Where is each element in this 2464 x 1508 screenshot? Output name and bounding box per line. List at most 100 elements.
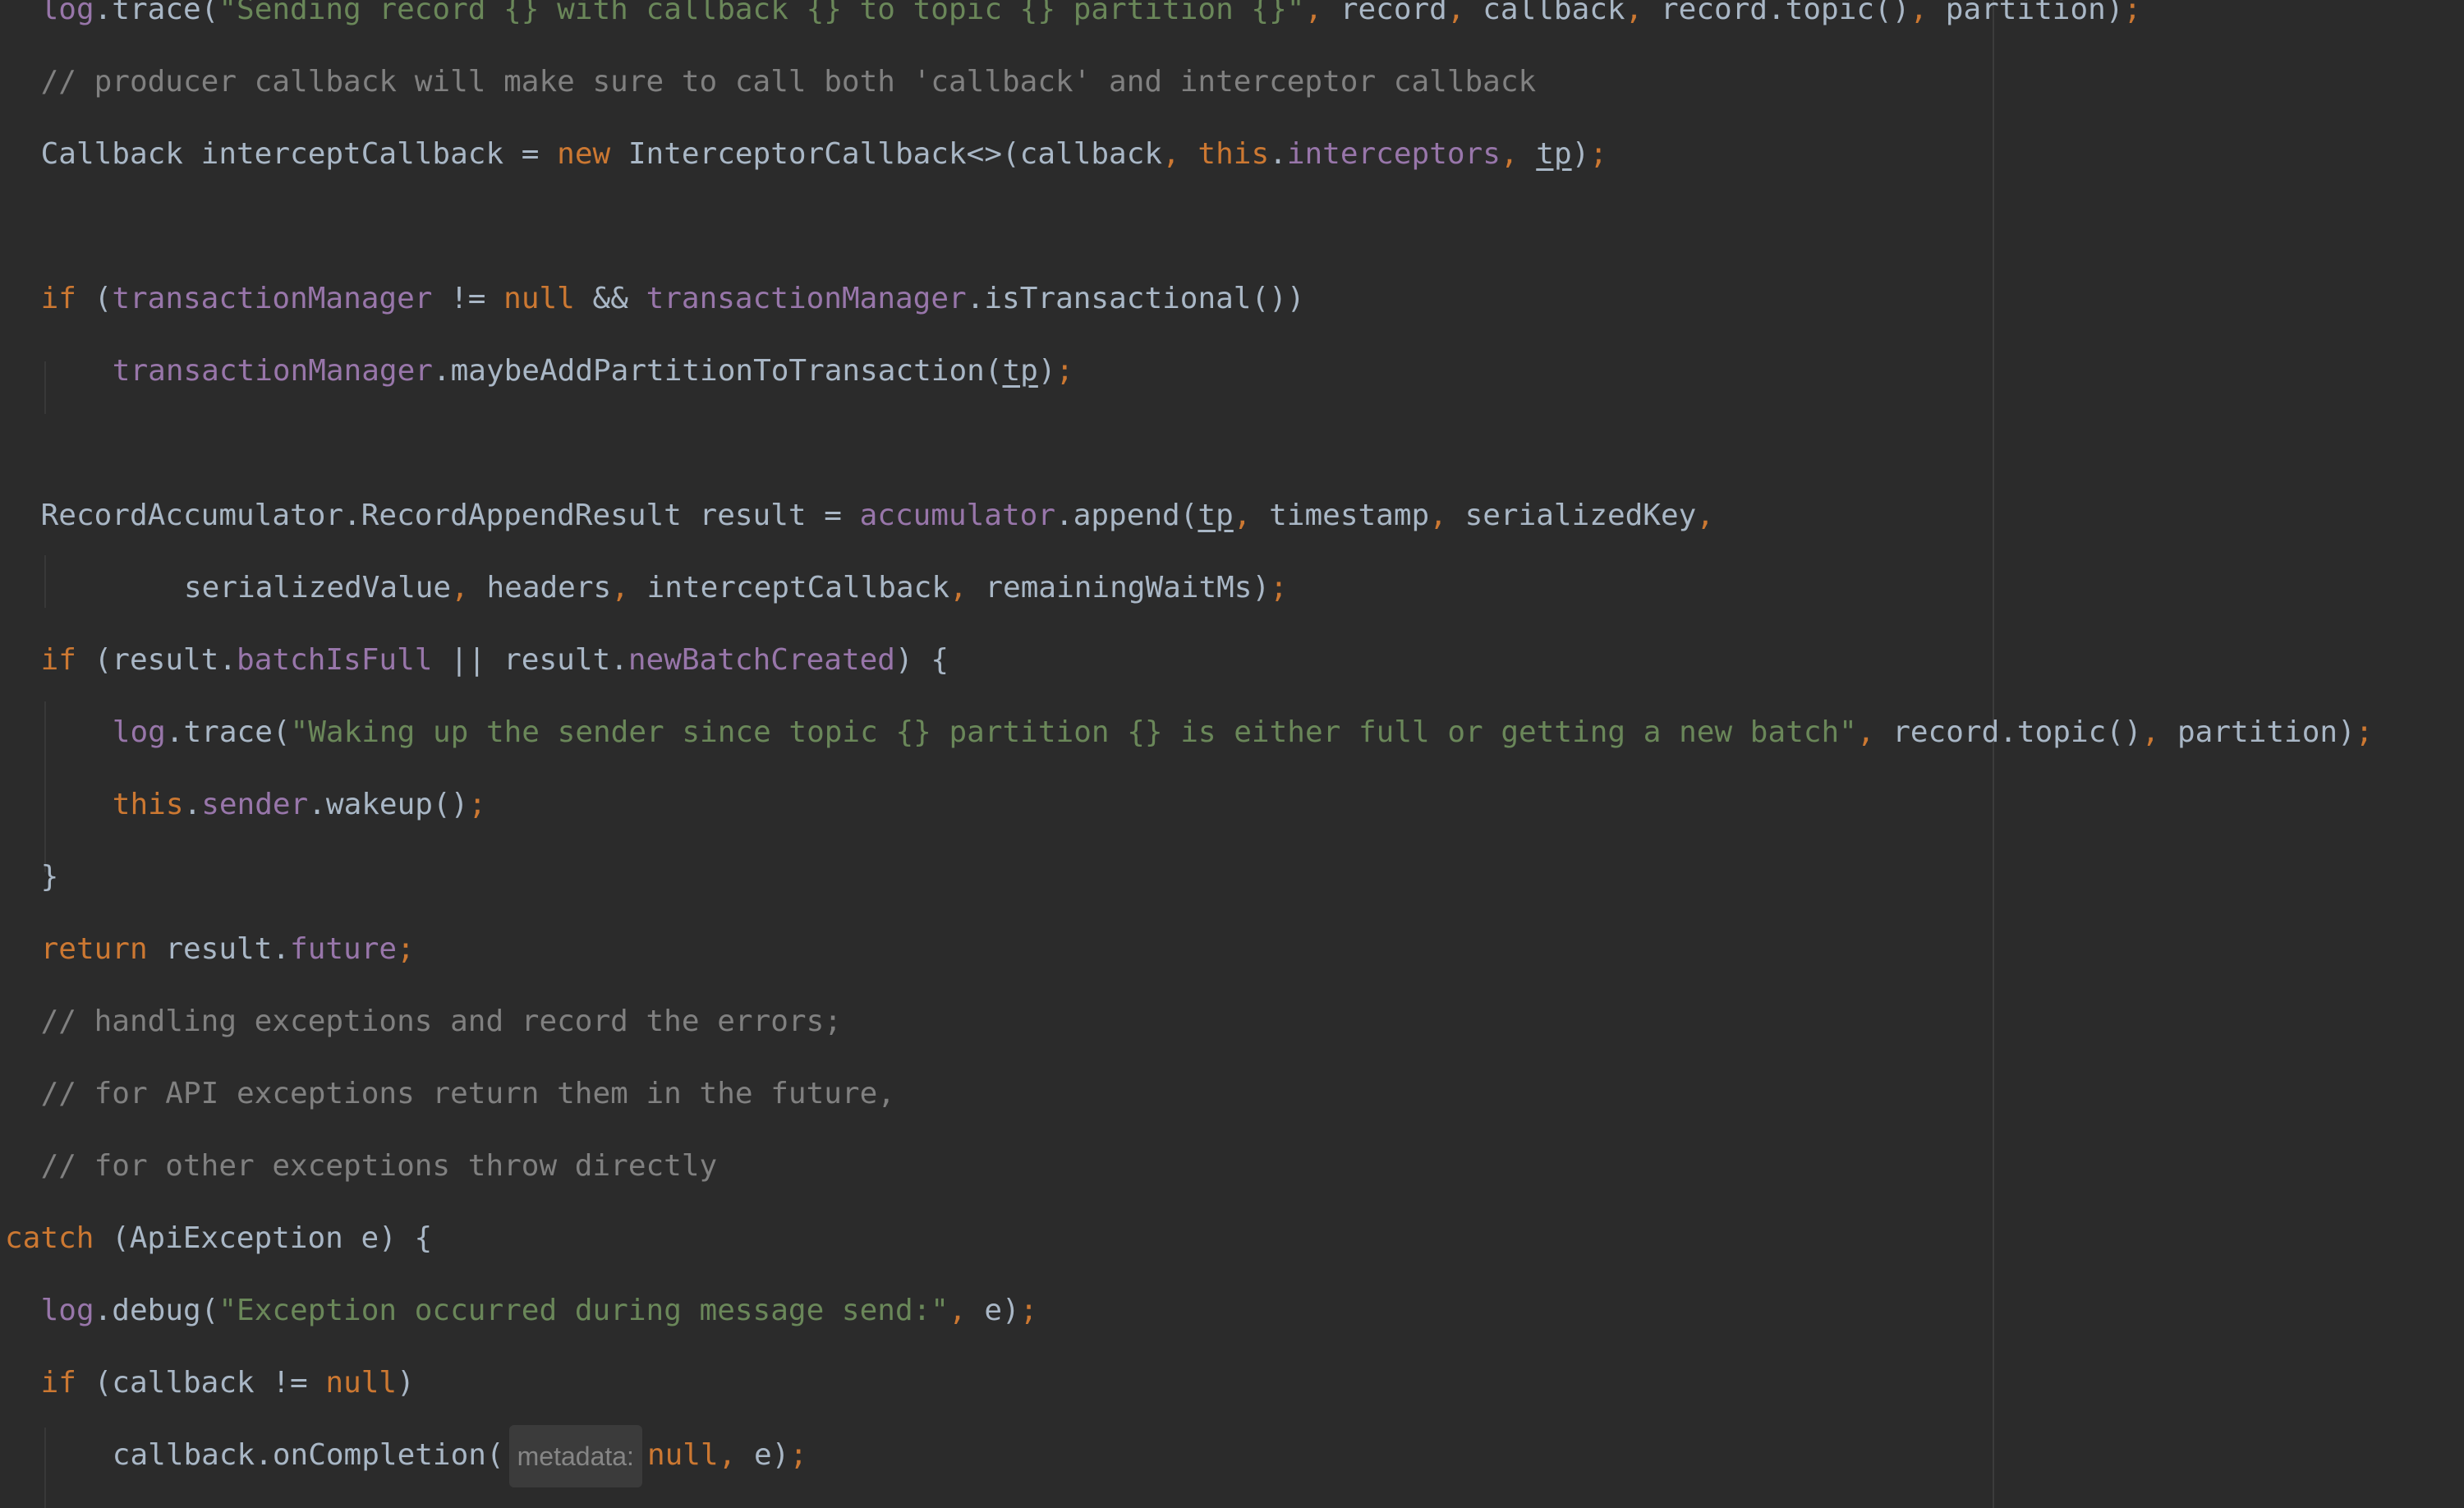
code-token: , [718, 1438, 754, 1472]
code-token: , [1910, 0, 1946, 26]
code-line[interactable]: return result.future; [41, 913, 415, 986]
code-line[interactable]: if (callback != null) [41, 1347, 415, 1419]
code-line[interactable]: log.trace("Sending record {} with callba… [41, 0, 2142, 46]
code-line[interactable]: transactionManager.maybeAddPartitionToTr… [113, 335, 1073, 407]
code-line[interactable]: } [41, 841, 59, 913]
code-token: RecordAccumulator.RecordAppendResult res… [40, 499, 860, 532]
code-line[interactable]: log.trace("Waking up the sender since to… [113, 697, 2374, 769]
code-token: tp [1198, 499, 1234, 532]
indent-guide [44, 361, 46, 414]
code-token: .isTransactional()) [966, 282, 1305, 315]
code-token: new [557, 137, 628, 171]
code-token: ( [94, 282, 113, 315]
code-token: .trace( [94, 0, 219, 26]
code-line[interactable]: serializedValue, headers, interceptCallb… [184, 552, 1288, 624]
code-token: && [574, 282, 646, 315]
parameter-hint: metadata: [508, 1425, 642, 1487]
code-token: record.topic() [1660, 0, 1910, 26]
code-line[interactable]: callback.onCompletion(metadata: null, e); [113, 1419, 807, 1492]
code-editor[interactable]: log.trace("Sending record {} with callba… [0, 0, 2464, 1508]
code-line[interactable]: log.debug("Exception occurred during mes… [41, 1275, 1038, 1347]
code-token: . [183, 788, 202, 821]
code-token: ; [1589, 137, 1607, 171]
code-token: return [40, 932, 166, 966]
code-line[interactable]: // for API exceptions return them in the… [41, 1058, 895, 1130]
code-token: , [1162, 137, 1198, 171]
code-token: , [1625, 0, 1661, 26]
code-token: serializedValue [184, 571, 452, 605]
code-token: Callback interceptCallback = [40, 137, 558, 171]
code-line[interactable]: // for other exceptions throw directly [41, 1130, 718, 1202]
code-token: , [1696, 499, 1715, 532]
code-token: timestamp [1269, 499, 1430, 532]
code-token: serializedKey [1464, 499, 1697, 532]
indent-guide [44, 555, 46, 608]
code-token: transactionManager [112, 354, 433, 388]
code-token: .maybeAddPartitionToTransaction( [432, 354, 1003, 388]
code-line[interactable]: if (transactionManager != null && transa… [41, 263, 1305, 335]
code-token: ; [1270, 571, 1288, 605]
code-token: , [611, 571, 647, 605]
code-token: log [112, 715, 166, 749]
code-token: ; [1019, 1294, 1038, 1327]
code-token: null [503, 282, 575, 315]
code-token: remainingWaitMs) [985, 571, 1271, 605]
code-token: , [1233, 499, 1270, 532]
code-token: tp [1536, 137, 1572, 171]
code-token: ; [2123, 0, 2142, 26]
code-token: , [451, 571, 487, 605]
code-token: record [1340, 0, 1447, 26]
code-token: // producer callback will make sure to c… [40, 65, 1537, 99]
code-token: this [112, 788, 184, 821]
code-token: // for other exceptions throw directly [40, 1149, 718, 1183]
code-token: result. [165, 932, 291, 966]
code-token: , [1500, 137, 1537, 171]
code-token: partition) [1945, 0, 2124, 26]
code-token: headers [486, 571, 612, 605]
code-token: transactionManager [112, 282, 433, 315]
code-token: e) [754, 1438, 790, 1472]
code-token: future [290, 932, 398, 966]
code-token: (ApiException e) { [112, 1221, 433, 1255]
code-token: . [1269, 137, 1287, 171]
code-token: } [40, 860, 59, 894]
code-token: ; [468, 788, 486, 821]
indent-guide [44, 1428, 46, 1508]
code-token: , [949, 571, 986, 605]
code-token: batchIsFull [237, 643, 433, 677]
code-token: null [646, 1438, 719, 1472]
code-line[interactable]: RecordAccumulator.RecordAppendResult res… [41, 480, 1714, 552]
code-line[interactable]: Callback interceptCallback = new Interce… [41, 118, 1607, 191]
code-token: , [1446, 0, 1483, 26]
code-token: log [40, 0, 94, 26]
code-token: tp [1002, 354, 1038, 388]
code-token: , [1429, 499, 1465, 532]
code-token: ; [397, 932, 415, 966]
code-line[interactable]: if (result.batchIsFull || result.newBatc… [41, 624, 949, 697]
code-token: callback.onCompletion( [112, 1438, 504, 1472]
code-token: catch [5, 1221, 113, 1255]
code-token: != [432, 282, 504, 315]
code-token: interceptors [1286, 137, 1501, 171]
code-token: (callback != [94, 1366, 326, 1400]
code-line[interactable]: this.sender.wakeup(); [113, 769, 486, 841]
code-token: accumulator [859, 499, 1056, 532]
code-token: .trace( [165, 715, 291, 749]
code-token: , [1304, 0, 1340, 26]
code-token: this [1198, 137, 1270, 171]
code-line[interactable]: // handling exceptions and record the er… [41, 986, 842, 1058]
code-token: if [40, 1366, 94, 1400]
code-token: ; [2355, 715, 2374, 749]
code-token: ; [1055, 354, 1074, 388]
code-line[interactable]: // producer callback will make sure to c… [41, 46, 1537, 118]
code-token: if [40, 643, 94, 677]
code-token: "Exception occurred during message send:… [218, 1294, 949, 1327]
code-token: InterceptorCallback<>(callback [627, 137, 1163, 171]
code-token: "Waking up the sender since topic {} par… [290, 715, 1857, 749]
code-token: e) [984, 1294, 1020, 1327]
code-token: "Sending record {} with callback {} to t… [218, 0, 1305, 26]
code-token: || result. [432, 643, 628, 677]
code-line[interactable]: catch (ApiException e) { [5, 1202, 432, 1275]
code-token: callback [1483, 0, 1625, 26]
code-token: ) [1571, 137, 1590, 171]
